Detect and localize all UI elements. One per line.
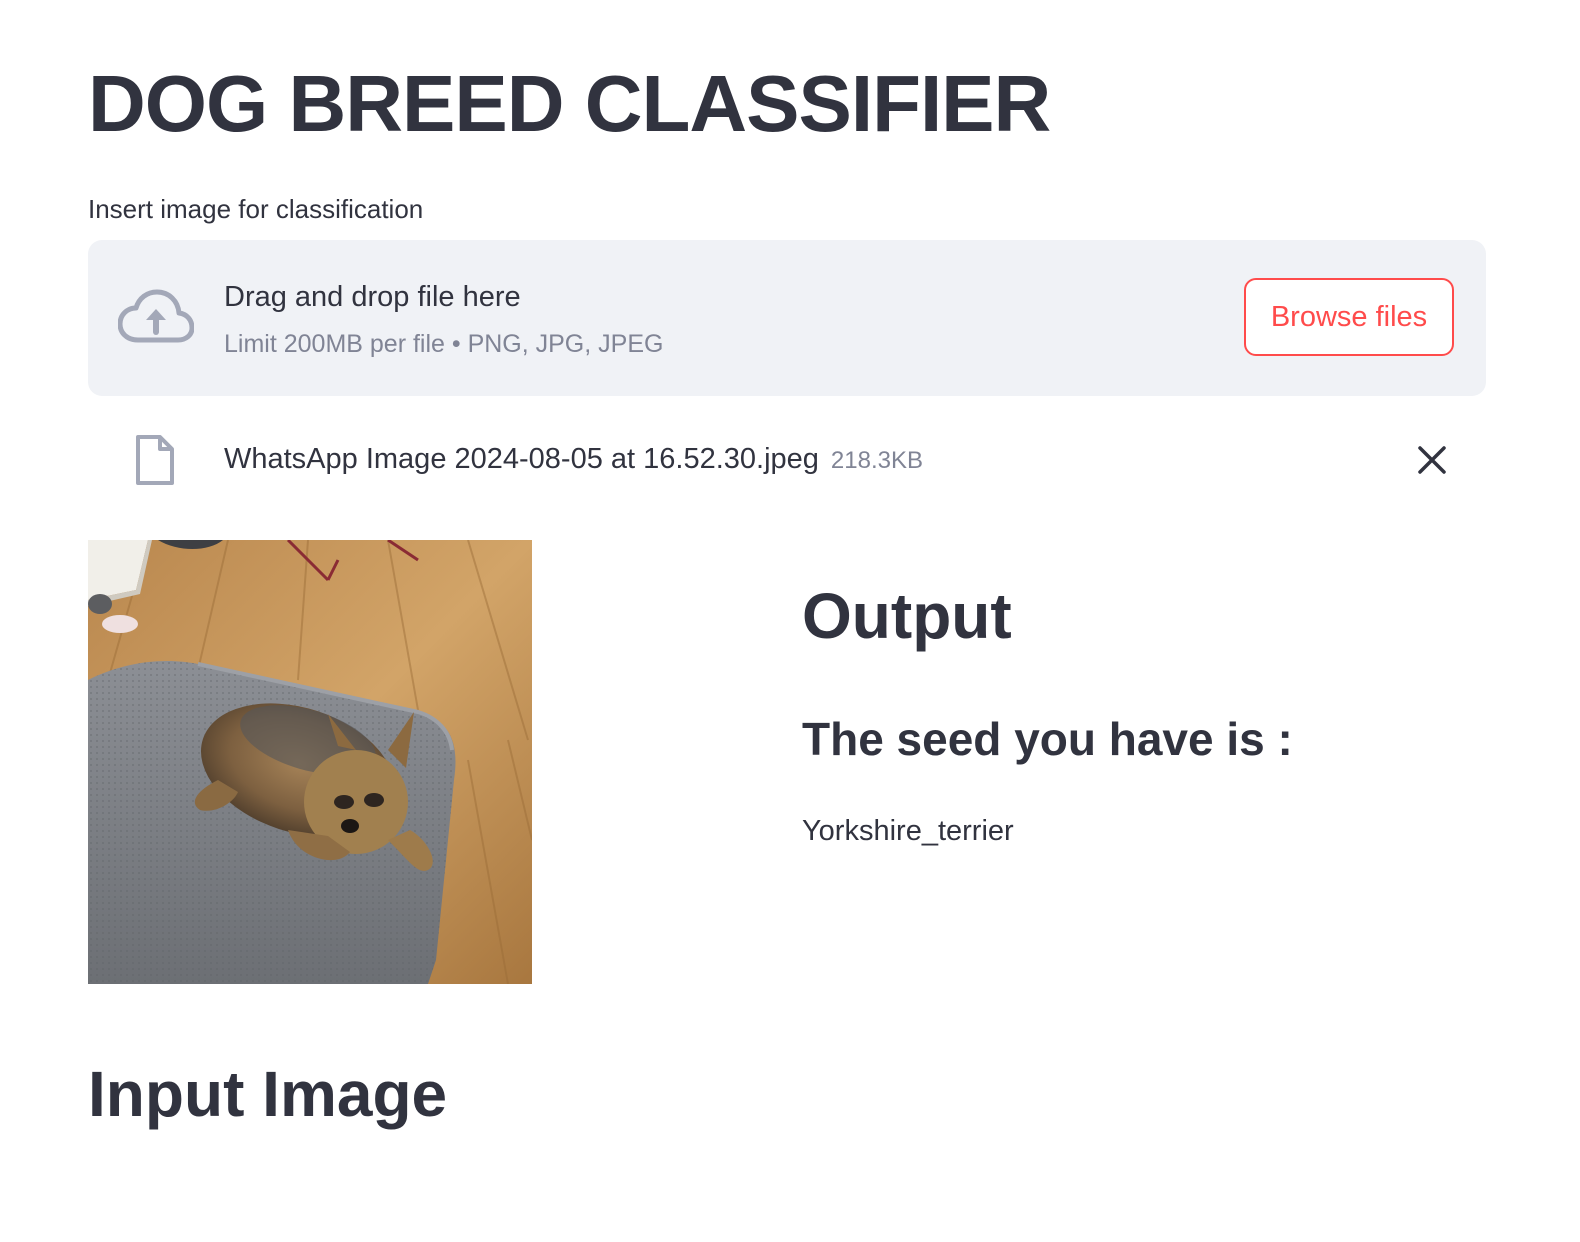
close-icon[interactable]	[1414, 442, 1450, 478]
file-name-text: WhatsApp Image 2024-08-05 at 16.52.30.jp…	[224, 443, 819, 475]
app-page: DOG BREED CLASSIFIER Insert image for cl…	[0, 0, 1580, 1242]
dog-photo-illustration	[88, 540, 532, 984]
uploader-label: Insert image for classification	[88, 194, 424, 224]
file-icon	[136, 435, 174, 485]
cloud-upload-icon	[118, 289, 194, 343]
file-size: 218.3KB	[830, 447, 923, 474]
uploaded-dog-image	[88, 540, 532, 984]
page-title: DOG BREED CLASSIFIER	[88, 59, 1051, 148]
file-dropzone[interactable]: Drag and drop file here Limit 200MB per …	[88, 240, 1486, 396]
output-heading: Output	[802, 580, 1012, 652]
predicted-breed: Yorkshire_terrier	[802, 815, 1014, 847]
dropzone-instructions: Drag and drop file here Limit 200MB per …	[224, 278, 663, 360]
dropzone-limit-text: Limit 200MB per file • PNG, JPG, JPEG	[224, 330, 664, 358]
dropzone-title: Drag and drop file here	[224, 281, 521, 313]
seed-heading: The seed you have is :	[802, 713, 1293, 765]
input-image-heading: Input Image	[88, 1058, 448, 1130]
uploaded-file-name: WhatsApp Image 2024-08-05 at 16.52.30.jp…	[224, 440, 923, 480]
browse-files-button[interactable]: Browse files	[1244, 278, 1454, 356]
uploaded-file-row: WhatsApp Image 2024-08-05 at 16.52.30.jp…	[88, 420, 1486, 500]
